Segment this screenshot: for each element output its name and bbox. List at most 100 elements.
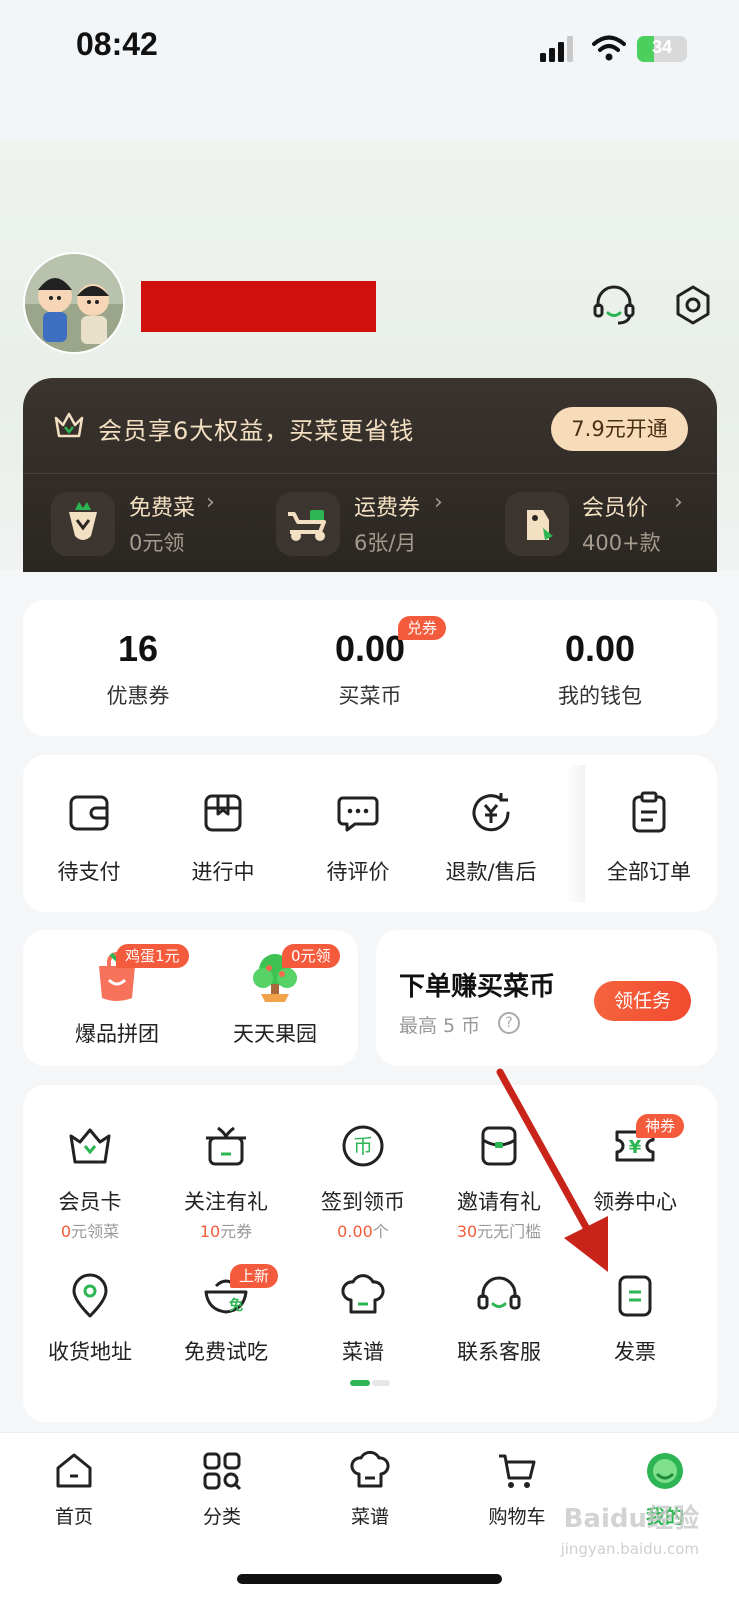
chef-hat-icon xyxy=(350,1450,390,1488)
coupon-char: ¥ xyxy=(629,1137,642,1158)
order-refund-aftersale[interactable]: 退款/售后 xyxy=(426,790,556,886)
stat-coupons[interactable]: 16 优惠券 xyxy=(58,628,218,710)
wifi-icon xyxy=(592,35,626,61)
service-contact-support[interactable]: 联系客服 xyxy=(431,1272,567,1366)
battery-percentage: 34 xyxy=(651,37,673,57)
red-arrow-annotation xyxy=(496,1068,608,1272)
cellular-signal-icon xyxy=(540,36,573,62)
exchange-coupon-badge: 兑券 xyxy=(398,616,447,640)
coin-icon: 币 xyxy=(342,1125,384,1167)
location-pin-icon xyxy=(72,1273,108,1318)
stat-label: 优惠券 xyxy=(106,684,170,708)
service-sub: 0.00个 xyxy=(295,1218,431,1242)
divider xyxy=(23,473,717,474)
nav-recipes[interactable]: 菜谱 xyxy=(320,1450,420,1529)
scroll-shadow xyxy=(565,765,585,902)
service-sub-text: 元领菜 xyxy=(71,1222,120,1241)
service-sub-highlight: 10 xyxy=(199,1222,221,1241)
service-member-card[interactable]: 会员卡 0元领菜 xyxy=(22,1122,158,1242)
order-label: 待评价 xyxy=(326,860,390,884)
scooter-icon xyxy=(288,510,326,541)
service-recipes[interactable]: 菜谱 xyxy=(295,1272,431,1366)
customer-service-icon[interactable] xyxy=(592,283,636,327)
comment-icon xyxy=(337,796,379,832)
stat-wallet[interactable]: 0.00 我的钱包 xyxy=(520,628,680,710)
perk-member-price[interactable] xyxy=(505,492,569,556)
order-label: 全部订单 xyxy=(607,860,691,884)
perk-sub-shipping: 6张/月 xyxy=(354,531,417,555)
nav-label: 菜谱 xyxy=(350,1506,389,1528)
service-label: 会员卡 xyxy=(58,1190,122,1214)
task-subtitle: 最高 5 币 xyxy=(399,1015,481,1037)
service-sub-highlight: 30 xyxy=(456,1222,478,1241)
coin-char: 币 xyxy=(353,1134,373,1158)
nav-label: 分类 xyxy=(202,1506,241,1528)
order-pending-payment[interactable]: 待支付 xyxy=(24,790,154,886)
service-label: 发票 xyxy=(614,1340,656,1364)
category-grid-icon xyxy=(203,1452,242,1491)
status-bar xyxy=(0,0,739,140)
promo-label: 爆品拼团 xyxy=(75,1022,159,1046)
stat-label: 买菜币 xyxy=(338,684,402,708)
service-sub: 0元领菜 xyxy=(22,1218,158,1242)
perk-sub-free-veg: 0元领 xyxy=(129,531,185,555)
help-icon[interactable]: ? xyxy=(498,1012,520,1034)
vip-headline: 会员享6大权益，买菜更省钱 xyxy=(98,417,415,445)
stat-label: 我的钱包 xyxy=(558,684,642,708)
stat-coins[interactable]: 0.00 买菜币 xyxy=(290,628,450,710)
service-label: 免费试吃 xyxy=(184,1340,268,1364)
nav-label: 购物车 xyxy=(488,1506,546,1528)
service-label: 菜谱 xyxy=(342,1340,384,1364)
home-icon xyxy=(56,1453,92,1488)
nav-home[interactable]: 首页 xyxy=(24,1450,124,1529)
service-address[interactable]: 收货地址 xyxy=(22,1272,158,1366)
avatar[interactable] xyxy=(23,252,125,354)
perk-shipping-coupon[interactable] xyxy=(276,492,340,556)
chef-hat-icon xyxy=(341,1274,385,1314)
wallet-icon xyxy=(69,795,109,831)
stat-value: 16 xyxy=(117,628,159,669)
service-badge: 上新 xyxy=(230,1264,279,1288)
service-free-tasting[interactable]: 免 免费试吃 xyxy=(158,1272,294,1366)
profile-icon xyxy=(647,1453,683,1489)
cart-icon xyxy=(499,1454,536,1488)
refund-icon xyxy=(472,793,510,832)
settings-gear-icon[interactable] xyxy=(671,283,715,327)
nav-label: 首页 xyxy=(54,1506,93,1528)
free-char: 免 xyxy=(229,1297,243,1314)
package-icon xyxy=(204,794,242,832)
chevron-right-icon: › xyxy=(434,490,443,515)
nav-category[interactable]: 分类 xyxy=(172,1450,272,1529)
crown-icon xyxy=(54,412,84,438)
order-to-review[interactable]: 待评价 xyxy=(293,790,423,886)
order-all[interactable]: 全部订单 xyxy=(584,790,714,886)
battery-indicator: 34 xyxy=(637,36,687,62)
perk-free-veg[interactable] xyxy=(51,492,115,556)
nav-cart[interactable]: 购物车 xyxy=(467,1450,567,1529)
home-indicator xyxy=(237,1574,502,1584)
avatar-cartoon-image xyxy=(25,254,123,352)
service-badge: 神券 xyxy=(636,1114,685,1138)
chevron-right-icon: › xyxy=(206,490,215,515)
service-invoice[interactable]: 发票 xyxy=(567,1272,703,1366)
service-checkin-coins[interactable]: 币 签到领币 0.00个 xyxy=(295,1122,431,1242)
perk-title-shipping: 运费券 xyxy=(354,496,421,521)
order-label: 待支付 xyxy=(57,860,121,884)
promo-label: 天天果园 xyxy=(233,1022,317,1046)
service-follow-gift[interactable]: 关注有礼 10元券 xyxy=(158,1122,294,1242)
order-in-progress[interactable]: 进行中 xyxy=(158,790,288,886)
claim-task-button[interactable]: 领任务 xyxy=(594,981,691,1021)
username-redacted xyxy=(141,281,376,332)
vip-open-button[interactable]: 7.9元开通 xyxy=(551,407,688,451)
perk-title-free-veg: 免费菜 xyxy=(129,496,196,521)
price-tag-icon xyxy=(527,510,553,540)
service-sub-highlight: 0 xyxy=(60,1222,72,1241)
service-label: 联系客服 xyxy=(457,1340,541,1364)
radish-icon xyxy=(69,502,97,540)
page-indicator-active xyxy=(350,1380,370,1386)
promo-badge: 0元领 xyxy=(282,944,340,968)
stat-value: 0.00 xyxy=(564,628,636,669)
promo-badge: 鸡蛋1元 xyxy=(116,944,189,968)
perk-sub-member-price: 400+款 xyxy=(582,531,661,555)
watermark-url: jingyan.baidu.com xyxy=(560,1540,699,1558)
